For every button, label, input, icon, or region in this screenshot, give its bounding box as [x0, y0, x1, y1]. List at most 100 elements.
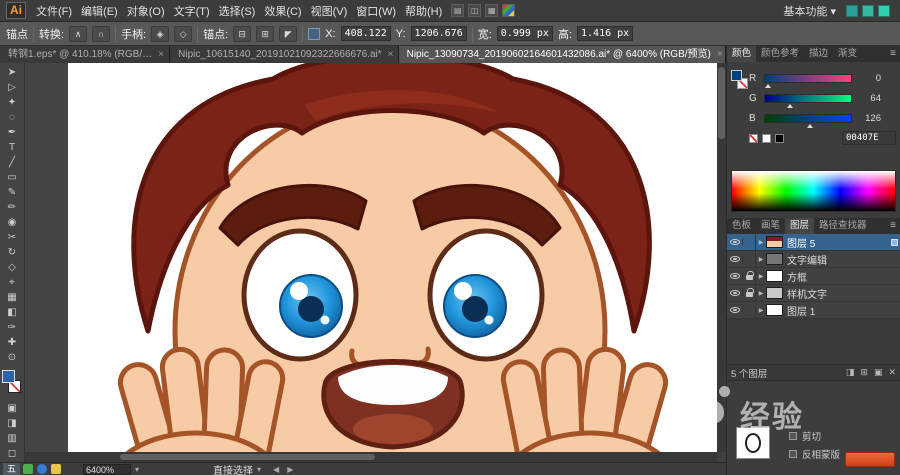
paintbrush-tool[interactable]: ✎ — [2, 185, 23, 200]
document-tab-2[interactable]: Nipic_10615140_20191021092322666676.ai* × — [170, 46, 399, 63]
clip-checkbox[interactable] — [789, 432, 797, 440]
green-slider[interactable] — [764, 93, 852, 108]
layer-name[interactable]: 样机文字 — [787, 286, 888, 301]
expand-triangle-icon[interactable]: ▶ — [756, 239, 766, 246]
document-tab-1[interactable]: 转钢1.eps* @ 410.18% (RGB/… × — [0, 46, 171, 63]
visibility-eye-icon[interactable] — [727, 256, 743, 262]
x-input[interactable]: 408.122 — [340, 26, 391, 41]
shape-builder-tool[interactable]: ▦ — [2, 290, 23, 305]
visibility-eye-icon[interactable] — [727, 290, 743, 296]
next-artboard-icon[interactable]: ▶ — [287, 465, 293, 474]
menu-help[interactable]: 帮助(H) — [405, 3, 442, 19]
scale-tool[interactable]: ◇ — [2, 260, 23, 275]
draw-behind-icon[interactable]: ◨ — [2, 416, 23, 431]
lock-icon[interactable] — [743, 268, 756, 284]
remove-anchor-icon[interactable]: ⊟ — [233, 25, 252, 42]
delete-layer-icon[interactable]: ✕ — [888, 367, 896, 378]
red-button[interactable] — [845, 452, 895, 467]
menu-object[interactable]: 对象(O) — [127, 3, 165, 19]
menu-file[interactable]: 文件(F) — [36, 3, 72, 19]
width-tool[interactable]: ◉ — [2, 215, 23, 230]
taskbar-app-icon-yellow[interactable] — [51, 464, 61, 474]
taskbar-app-icon-green[interactable] — [23, 464, 33, 474]
workspace-switcher[interactable]: 基本功能 ▾ — [783, 3, 836, 19]
new-layer-icon[interactable]: ▣ — [874, 367, 883, 378]
tab-color-guide[interactable]: 颜色参考 — [756, 46, 804, 62]
menu-window[interactable]: 窗口(W) — [356, 3, 396, 19]
taskbar-app-icon-blue[interactable] — [37, 464, 47, 474]
color-spectrum[interactable] — [731, 170, 896, 212]
expand-triangle-icon[interactable]: ▶ — [756, 290, 766, 297]
visibility-eye-icon[interactable] — [727, 239, 743, 245]
y-input[interactable]: 1206.676 — [410, 26, 467, 41]
eyedropper-tool[interactable]: ✑ — [2, 320, 23, 335]
zoom-dropdown-icon[interactable]: ▾ — [135, 465, 139, 474]
layer-name[interactable]: 图层 5 — [787, 235, 888, 250]
selection-tool[interactable]: ➤ — [2, 65, 23, 80]
red-value[interactable]: 0 — [857, 73, 881, 84]
canvas-area[interactable] — [25, 63, 718, 452]
tab-brushes[interactable]: 画笔 — [756, 218, 785, 234]
tab-color[interactable]: 颜色 — [727, 46, 757, 62]
document-tab-3-active[interactable]: Nipic_13090734_20190602164601432086.ai* … — [398, 46, 726, 63]
menu-type[interactable]: 文字(T) — [174, 3, 210, 19]
layer-name[interactable]: 文字编辑 — [787, 252, 888, 267]
tab-stroke[interactable]: 描边 — [804, 46, 833, 62]
blue-slider[interactable] — [764, 113, 852, 128]
invert-mask-checkbox[interactable] — [789, 450, 797, 458]
line-segment-tool[interactable]: ╱ — [2, 155, 23, 170]
expand-triangle-icon[interactable]: ▶ — [756, 256, 766, 263]
black-swatch[interactable] — [775, 133, 784, 143]
make-mask-icon[interactable]: ◨ — [846, 367, 855, 378]
visibility-eye-icon[interactable] — [727, 307, 743, 313]
vertical-scrollbar-thumb[interactable] — [718, 67, 725, 139]
hide-handles-icon[interactable]: ◇ — [174, 25, 193, 42]
horizontal-scrollbar-thumb[interactable] — [120, 454, 375, 460]
red-slider[interactable] — [764, 73, 852, 88]
lock-cell[interactable] — [743, 234, 756, 250]
close-icon[interactable]: × — [717, 49, 723, 60]
vertical-scrollbar[interactable] — [717, 63, 726, 452]
hex-input[interactable]: 00407E — [842, 131, 896, 145]
rectangle-tool[interactable]: ▭ — [2, 170, 23, 185]
screen-mode-icon[interactable]: ◻ — [2, 446, 23, 461]
width-input[interactable]: 0.999 px — [496, 26, 553, 41]
menu-select[interactable]: 选择(S) — [219, 3, 256, 19]
tab-gradient[interactable]: 渐变 — [833, 46, 862, 62]
convert-corner-icon[interactable]: ∧ — [69, 25, 88, 42]
fill-color-swatch[interactable] — [2, 370, 15, 383]
artboard[interactable] — [68, 63, 718, 452]
layer-row-mockup-text[interactable]: ▶ 样机文字 — [727, 285, 900, 302]
tab-swatches[interactable]: 色板 — [727, 218, 756, 234]
zoom-tool[interactable]: ⊙ — [2, 350, 23, 365]
color-settings-icon[interactable] — [502, 4, 516, 17]
rotate-tool[interactable]: ↻ — [2, 245, 23, 260]
layer-row-1[interactable]: ▶ 图层 1 — [727, 302, 900, 319]
expand-triangle-icon[interactable]: ▶ — [756, 307, 766, 314]
draw-inside-icon[interactable]: ▥ — [2, 431, 23, 446]
blue-value[interactable]: 126 — [857, 113, 881, 124]
panel-menu-icon[interactable]: ≡ — [886, 218, 900, 234]
height-input[interactable]: 1.416 px — [577, 26, 634, 41]
expand-triangle-icon[interactable]: ▶ — [756, 273, 766, 280]
arrange-documents-icon[interactable]: ▤ — [451, 4, 465, 17]
panel-menu-icon[interactable]: ≡ — [886, 46, 900, 62]
tab-layers[interactable]: 图层 — [785, 218, 815, 234]
prev-artboard-icon[interactable]: ◀ — [273, 465, 279, 474]
green-value[interactable]: 64 — [857, 93, 881, 104]
layer-name[interactable]: 方框 — [787, 269, 888, 284]
horizontal-scrollbar[interactable] — [25, 452, 717, 462]
white-swatch[interactable] — [762, 133, 771, 143]
none-swatch[interactable] — [749, 133, 758, 143]
lock-cell[interactable] — [743, 251, 756, 267]
mask-thumbnail[interactable] — [736, 427, 770, 459]
hand-tool[interactable]: ✚ — [2, 335, 23, 350]
zoom-level-input[interactable]: 6400% — [83, 463, 131, 475]
layer-row-box[interactable]: ▶ 方框 — [727, 268, 900, 285]
gradient-tool[interactable]: ◧ — [2, 305, 23, 320]
layer-row-text-edit[interactable]: ▶ 文字编辑 — [727, 251, 900, 268]
magic-wand-tool[interactable]: ✦ — [2, 95, 23, 110]
menu-effect[interactable]: 效果(C) — [264, 3, 301, 19]
direct-selection-tool[interactable]: ▷ — [2, 80, 23, 95]
clip-option[interactable]: 剪切 — [789, 429, 821, 443]
